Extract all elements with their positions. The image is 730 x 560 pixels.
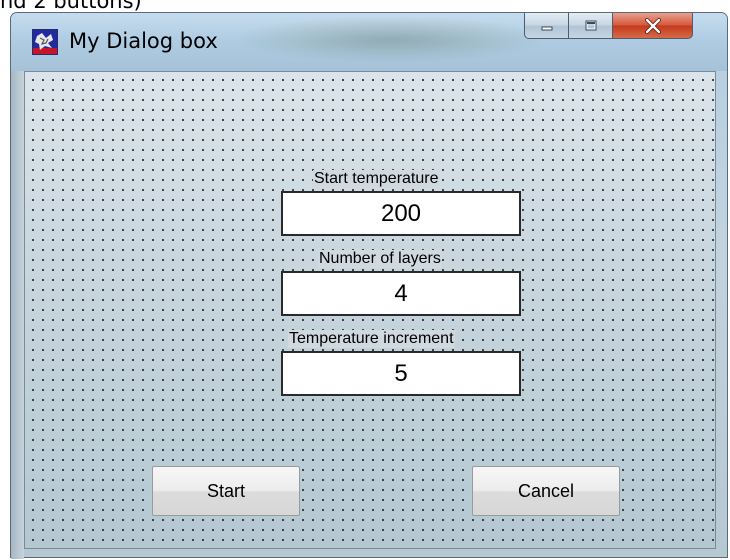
- title-bar-glow: [241, 17, 541, 62]
- start-temperature-input[interactable]: [281, 191, 521, 236]
- app-icon[interactable]: [32, 29, 58, 55]
- close-icon: [644, 17, 661, 34]
- maximize-button[interactable]: [568, 13, 613, 39]
- dialog-window: My Dialog box Start temperature 200 Numb…: [10, 12, 728, 559]
- temperature-increment-input[interactable]: [281, 351, 521, 396]
- close-button[interactable]: [612, 13, 693, 39]
- number-of-layers-input[interactable]: [281, 271, 521, 316]
- maximize-icon: [585, 20, 596, 30]
- number-of-layers-label: Number of layers: [318, 250, 442, 268]
- temperature-increment-label: Temperature increment: [288, 330, 455, 348]
- start-button[interactable]: Start: [152, 466, 300, 516]
- window-frame-edge: [11, 71, 24, 559]
- dialog-client-area: Start temperature Number of layers Tempe…: [24, 71, 716, 549]
- window-title: My Dialog box: [69, 29, 218, 53]
- cancel-button[interactable]: Cancel: [472, 466, 620, 516]
- start-temperature-label: Start temperature: [313, 170, 440, 188]
- minimize-icon: [541, 26, 552, 30]
- title-bar[interactable]: My Dialog box: [11, 13, 727, 71]
- minimize-button[interactable]: [524, 13, 569, 39]
